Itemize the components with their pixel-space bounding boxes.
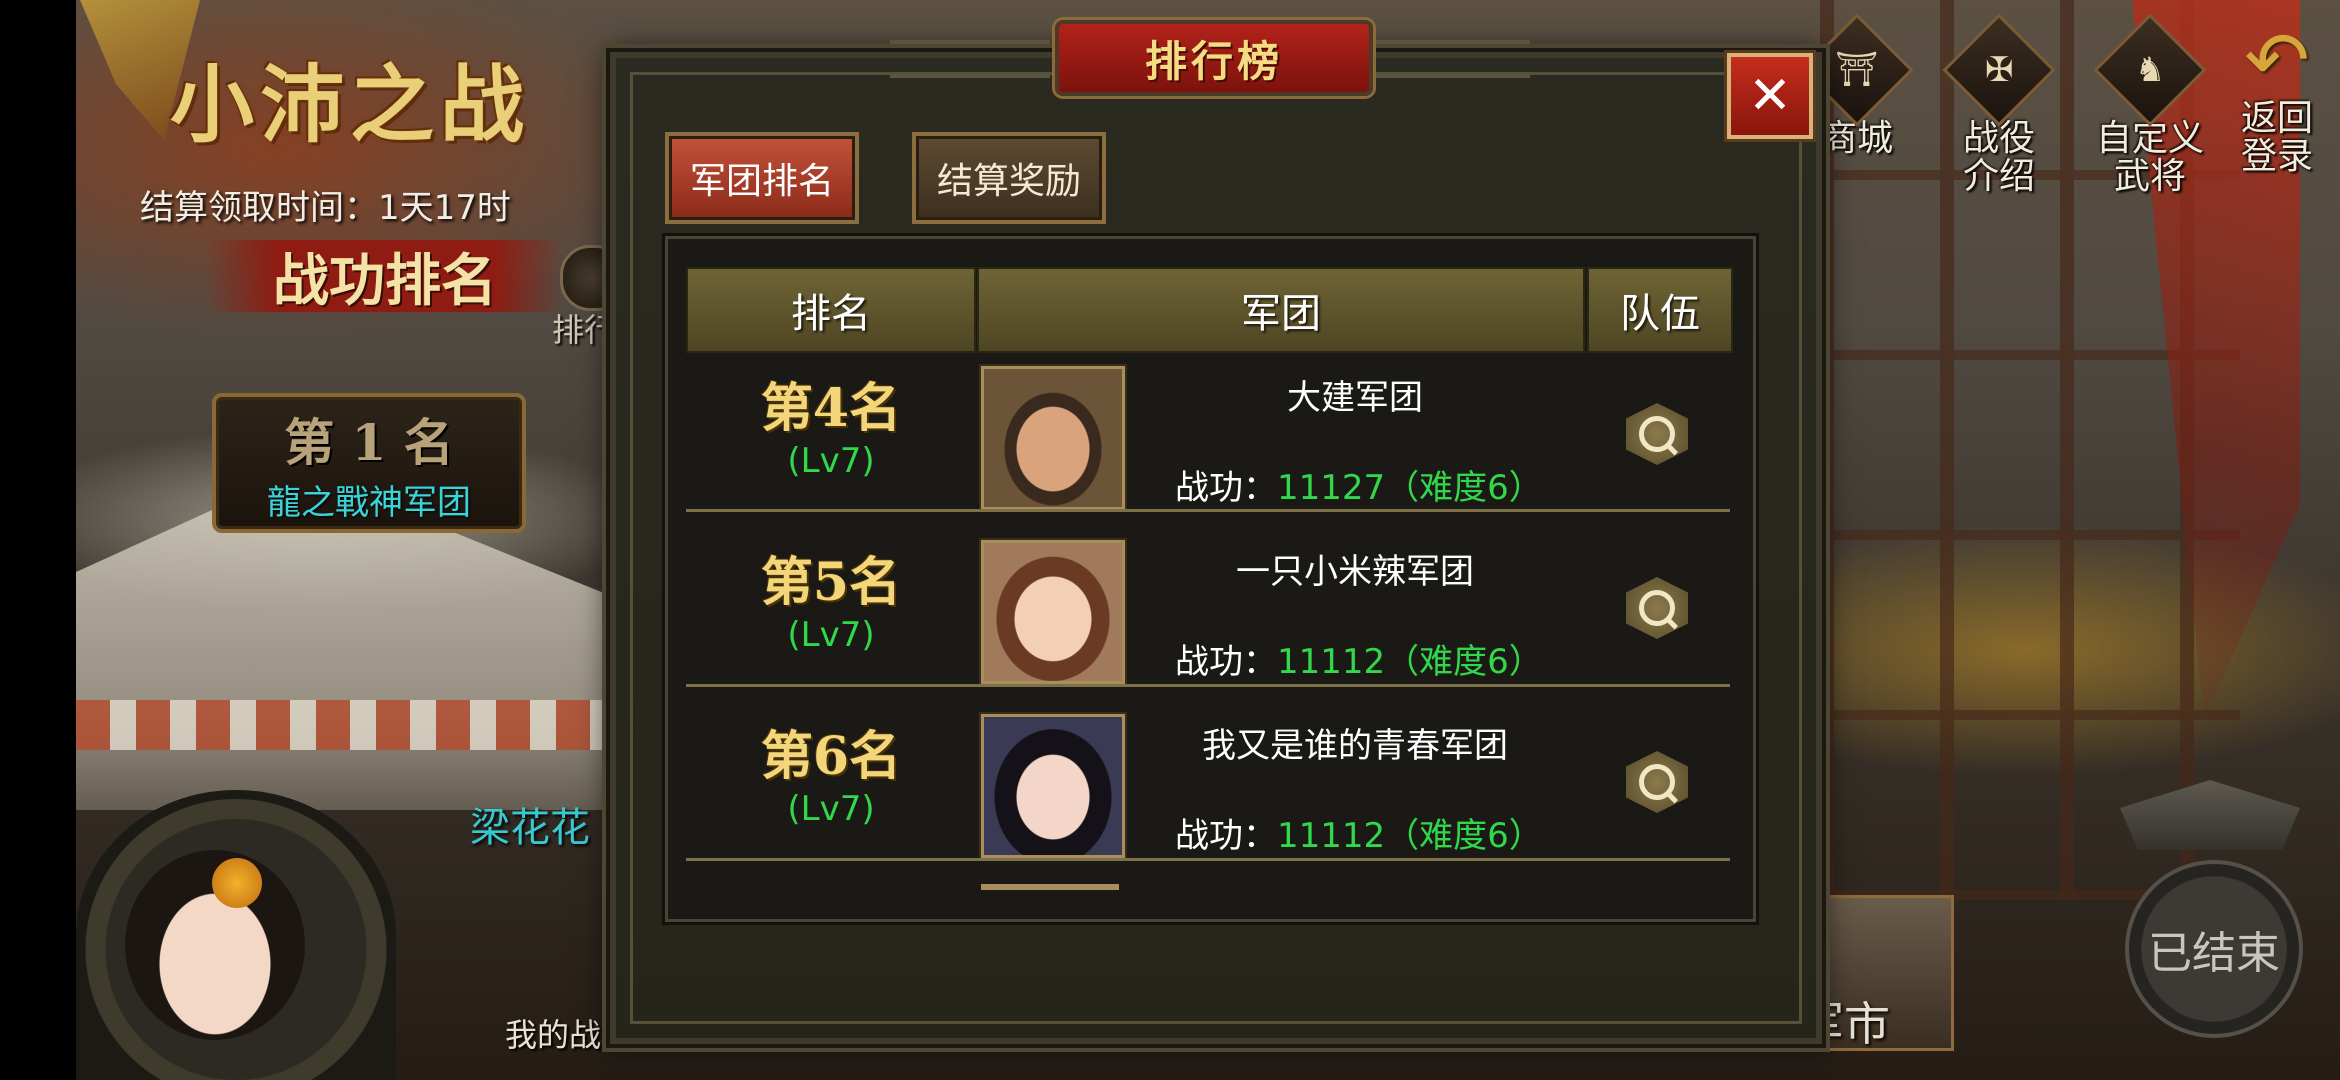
first-place-name: 龍之戰神军团 [267,483,471,523]
table-row: 第4名 (Lv7) [696,366,966,481]
custom-general-button[interactable]: ♞ 自定义 武将 [2090,13,2210,197]
rank-label: 第6名 [760,726,902,787]
tab-settlement-rewards[interactable]: 结算奖励 [912,132,1106,224]
legion-merit: 战功：11112（难度6） [1175,808,1543,857]
custom-general-label: 自定义 武将 [2095,118,2204,197]
rank-level: (Lv7) [787,615,875,655]
row-divider [686,509,1730,512]
title-left-ornament [890,40,1050,78]
settle-time: 结算领取时间：1天17时 [140,188,511,228]
legion-merit: 战功：11127（难度6） [1175,460,1543,509]
rank-label: 第4名 [760,378,902,439]
search-icon [1639,590,1675,626]
return-login-label: 返回 登录 [2240,98,2313,177]
merit-ranking-banner: 战功排名 [205,240,565,314]
merit-label: 战功： [1175,642,1277,682]
merit-value: 11127（难度6） [1277,468,1543,508]
merit-label: 战功： [1175,816,1277,856]
close-button[interactable]: ✕ [1727,53,1813,139]
table-row: 第6名 (Lv7) [696,714,966,829]
flower-ornament-icon [212,858,262,908]
return-login-button[interactable]: ↶ 返回 登录 [2222,22,2332,176]
rank-level: (Lv7) [787,441,875,481]
legion-name: 一只小米辣军团 [1236,552,1474,592]
row-divider [686,858,1730,861]
next-row-portrait-edge [981,884,1119,890]
merit-label: 战功： [1175,468,1277,508]
column-header-team: 队伍 [1587,267,1733,353]
modal-title-bar: 排行榜 [1055,20,1373,96]
first-place-plaque[interactable]: 第 1 名 龍之戰神军团 [212,393,526,533]
screen-left-margin [0,0,76,1080]
column-header-rank: 排名 [686,267,976,353]
back-arrow-icon: ↶ [2244,16,2310,106]
campaign-intro-label: 战役 介绍 [1962,118,2035,197]
column-header-legion: 军团 [977,267,1585,353]
search-icon [1639,764,1675,800]
campaign-intro-button[interactable]: ✠ 战役 介绍 [1942,13,2056,197]
ranking-side-label: 排行 [552,311,617,349]
tab-legion-ranking[interactable]: 军团排名 [665,132,859,224]
ended-button[interactable]: 已结束 [2125,860,2303,1038]
merit-ranking-text: 战功排名 [273,247,497,314]
player-name: 梁花花 [470,805,590,851]
legion-name: 我又是谁的青春军团 [1202,726,1508,766]
merit-value: 11112（难度6） [1277,816,1543,856]
modal-title: 排行榜 [1144,36,1283,86]
table-row: 第5名 (Lv7) [696,540,966,655]
first-place-rank: 第 1 名 [284,413,454,472]
row-divider [686,684,1730,687]
battle-title: 小沛之战 [170,55,531,154]
legion-name: 大建军团 [1287,378,1423,418]
rank-label: 第5名 [760,552,902,613]
search-icon [1639,416,1675,452]
custom-general-icon: ♞ [2093,13,2207,127]
close-icon: ✕ [1748,66,1792,126]
legion-merit: 战功：11112（难度6） [1175,634,1543,683]
tent-stripes [76,700,636,750]
title-right-ornament [1370,40,1530,78]
campaign-icon: ✠ [1942,13,2056,127]
merit-value: 11112（难度6） [1277,642,1543,682]
rank-level: (Lv7) [787,789,875,829]
